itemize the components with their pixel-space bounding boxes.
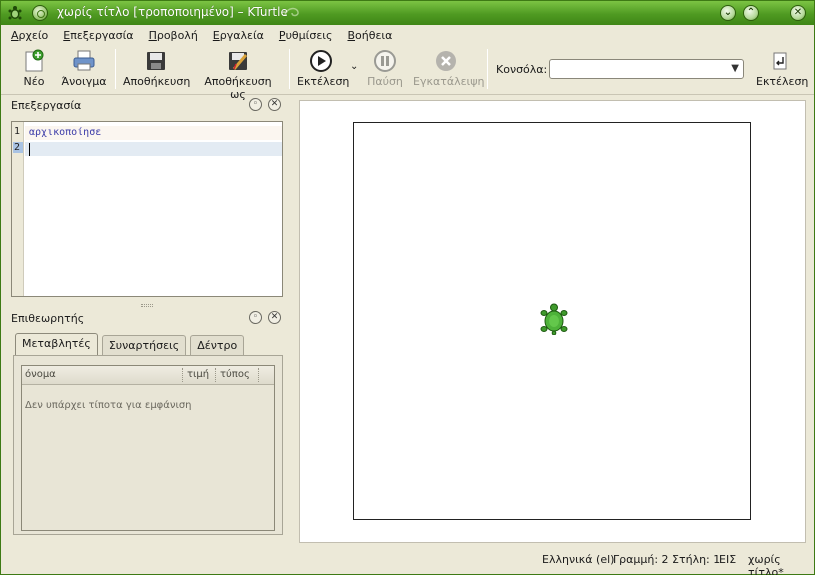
close-panel-icon[interactable]: ✕ [268,98,281,111]
floppy-disk-icon [147,52,165,70]
console-run-label: Εκτέλεση [756,75,809,88]
toolbar-separator [115,49,116,89]
console-input[interactable]: ▼ [549,59,744,79]
turtle-app-icon[interactable] [7,5,23,21]
new-label: Νέο [23,75,45,88]
turtle-icon [540,303,568,335]
editor-panel-title: Επεξεργασία [11,99,82,112]
menu-tools[interactable]: Εργαλεία [213,29,264,42]
console-label: Κονσόλα: [496,63,548,76]
column-header-type[interactable]: τύπος [220,369,250,380]
new-button[interactable]: Νέο [19,49,49,88]
status-language[interactable]: Ελληνικά (el) [542,553,614,566]
toolbar: Νέο Άνοιγμα Αποθήκευση Αποθήκευση ως Εκτ… [1,45,814,101]
abort-icon [436,51,456,71]
minimize-button[interactable]: ⌄ [720,5,736,21]
line-number: 2 [13,142,23,153]
new-document-icon [25,49,44,72]
panel-splitter-handle[interactable] [141,304,153,307]
text-cursor [29,143,30,156]
console-run-button[interactable]: Εκτέλεση [756,49,808,88]
save-as-label: Αποθήκευση ως [204,75,272,101]
enter-icon [773,52,787,70]
status-cursor-position: Γραμμή: 2 Στήλη: 1 [613,553,721,566]
run-label: Εκτέλεση [297,75,350,88]
canvas-area [299,100,806,543]
column-divider[interactable] [215,368,216,382]
turtle-canvas[interactable] [353,122,751,520]
status-bar: Ελληνικά (el) Γραμμή: 2 Στήλη: 1 ΕΙΣ χωρ… [1,548,814,575]
run-button[interactable]: Εκτέλεση [297,49,349,88]
line-number: 1 [14,126,21,137]
tab-tree[interactable]: Δέντρο [190,335,245,355]
save-as-icon [229,52,248,70]
column-divider[interactable] [258,368,259,382]
window-menu-button[interactable] [32,5,48,21]
close-panel-icon[interactable]: ✕ [268,311,281,324]
save-label: Αποθήκευση [123,75,191,88]
pause-button[interactable]: Παύση [365,49,405,88]
menu-view[interactable]: Προβολή [149,29,198,42]
chevron-down-icon[interactable]: ⌄ [350,61,358,72]
column-header-name[interactable]: όνομα [25,369,56,380]
float-panel-icon[interactable]: ◦ [249,98,262,111]
variables-tab-body: όνομα τιμή τύπος Δεν υπάρχει τίποτα για … [13,355,283,535]
code-line-current[interactable] [25,142,282,156]
window-title: χωρίς τίτλο [τροποποιημένο] – KTurtle [57,5,288,19]
toolbar-separator [487,49,488,89]
save-as-button[interactable]: Αποθήκευση ως [197,49,279,101]
open-button[interactable]: Άνοιγμα [61,49,107,88]
menu-edit[interactable]: Επεξεργασία [63,29,133,42]
empty-list-message: Δεν υπάρχει τίποτα για εμφάνιση [25,400,192,411]
list-header: όνομα τιμή τύπος [22,366,274,385]
float-panel-icon[interactable]: ◦ [249,311,262,324]
status-file-name: χωρίς τίτλο* [748,553,784,575]
play-icon [310,50,332,72]
menu-settings[interactable]: Ρυθμίσεις [279,29,333,42]
open-label: Άνοιγμα [61,75,107,88]
tab-functions[interactable]: Συναρτήσεις [101,335,187,355]
printer-icon [73,50,95,71]
toolbar-separator [289,49,290,89]
menu-file[interactable]: Αρχείο [11,29,48,42]
code-line[interactable]: αρχικοποίησε [25,126,282,140]
status-input-mode: ΕΙΣ [719,553,737,566]
menu-help[interactable]: Βοήθεια [347,29,392,42]
variables-list[interactable]: όνομα τιμή τύπος Δεν υπάρχει τίποτα για … [21,365,275,531]
abort-button[interactable]: Εγκατάλειψη [413,49,484,88]
title-bar: χωρίς τίτλο [τροποποιημένο] – KTurtle ⌄ … [1,1,814,25]
menu-bar: Αρχείο Επεξεργασία Προβολή Εργαλεία Ρυθμ… [1,25,814,45]
pause-label: Παύση [367,75,403,88]
maximize-button[interactable]: ⌃ [743,5,759,21]
code-editor[interactable]: 1 2 αρχικοποίησε [11,121,283,297]
inspector-tabs: Μεταβλητές Συναρτήσεις Δέντρο [15,333,248,355]
tab-variables[interactable]: Μεταβλητές [15,333,98,355]
pause-icon [374,50,396,72]
inspector-panel-title: Επιθεωρητής [11,312,85,325]
kturtle-window: χωρίς τίτλο [τροποποιημένο] – KTurtle ⌄ … [0,0,815,575]
chevron-down-icon[interactable]: ▼ [731,63,739,74]
swirl-icon [284,7,299,17]
column-header-value[interactable]: τιμή [187,369,209,380]
save-button[interactable]: Αποθήκευση [123,49,191,88]
abort-label: Εγκατάλειψη [413,75,485,88]
close-button[interactable]: ✕ [790,5,806,21]
column-divider[interactable] [182,368,183,382]
